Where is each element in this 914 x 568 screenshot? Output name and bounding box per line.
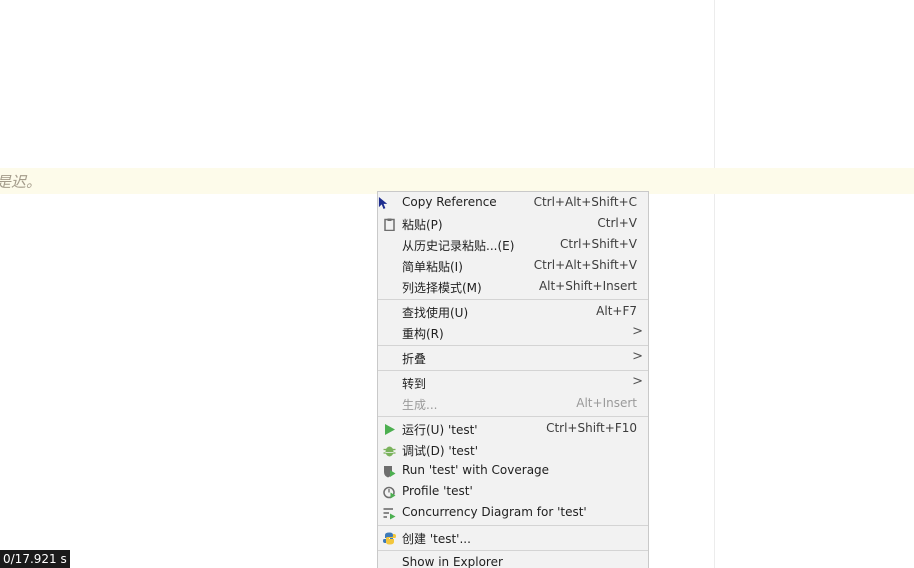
submenu-arrow-icon: > [632, 374, 643, 389]
menu-label: 转到 [402, 377, 427, 391]
menu-label: Profile 'test' [402, 484, 473, 498]
menu-separator [378, 370, 648, 371]
bug-icon [383, 446, 396, 457]
shield-run-icon [384, 466, 396, 478]
menu-item-show-in-explorer[interactable]: Show in Explorer [378, 553, 648, 568]
menu-label: Run 'test' with Coverage [402, 463, 550, 477]
menu-shortcut: Ctrl+Alt+Shift+C [533, 195, 637, 209]
menu-item-find-usages[interactable]: 查找使用(U) Alt+F7 [378, 302, 648, 323]
menu-item-copy-reference[interactable]: Copy Reference Ctrl+Alt+Shift+C [378, 193, 648, 214]
menu-label: 调试(D) 'test' [402, 444, 479, 458]
menu-label: 从历史记录粘贴...(E) [402, 239, 515, 253]
menu-shortcut: Alt+Insert [576, 396, 637, 410]
menu-shortcut: Alt+F7 [596, 304, 637, 318]
menu-item-run-with-coverage[interactable]: Run 'test' with Coverage [378, 461, 648, 482]
code-fragment: 是迟。 [0, 173, 42, 191]
menu-label: Concurrency Diagram for 'test' [402, 505, 587, 519]
menu-item-debug-test[interactable]: 调试(D) 'test' [378, 440, 648, 461]
menu-separator [378, 416, 648, 417]
profiler-icon [383, 486, 396, 499]
menu-label: 生成... [402, 398, 438, 412]
play-icon [385, 424, 395, 435]
context-menu: Copy Reference Ctrl+Alt+Shift+C 粘贴(P) Ct… [377, 191, 649, 568]
menu-label: 创建 'test'... [402, 532, 471, 546]
submenu-arrow-icon: > [632, 324, 643, 339]
menu-label: 简单粘贴(I) [402, 260, 463, 274]
menu-label: Show in Explorer [402, 555, 503, 568]
menu-label: 粘贴(P) [402, 218, 443, 232]
menu-item-generate[interactable]: 生成... Alt+Insert [378, 394, 648, 415]
menu-shortcut: Ctrl+Alt+Shift+V [533, 258, 637, 272]
menu-item-paste-from-history[interactable]: 从历史记录粘贴...(E) Ctrl+Shift+V [378, 235, 648, 256]
menu-shortcut: Ctrl+V [597, 216, 637, 230]
menu-separator [378, 525, 648, 526]
menu-item-concurrency-diagram[interactable]: Concurrency Diagram for 'test' [378, 503, 648, 524]
menu-label: 列选择模式(M) [402, 281, 482, 295]
menu-separator [378, 299, 648, 300]
menu-item-create-test[interactable]: 创建 'test'... [378, 528, 648, 549]
menu-label: 重构(R) [402, 327, 444, 341]
menu-shortcut: Ctrl+Shift+F10 [546, 421, 637, 435]
menu-item-refactor[interactable]: 重构(R) > [378, 323, 648, 344]
menu-item-simple-paste[interactable]: 简单粘贴(I) Ctrl+Alt+Shift+V [378, 256, 648, 277]
menu-separator [378, 345, 648, 346]
menu-label: 查找使用(U) [402, 306, 469, 320]
menu-item-column-selection[interactable]: 列选择模式(M) Alt+Shift+Insert [378, 277, 648, 298]
menu-shortcut: Alt+Shift+Insert [538, 279, 637, 293]
menu-label: Copy Reference [402, 195, 497, 209]
menu-label: 折叠 [402, 352, 427, 366]
menu-item-profile-test[interactable]: Profile 'test' [378, 482, 648, 503]
menu-item-goto[interactable]: 转到 > [378, 373, 648, 394]
mouse-pointer-icon [378, 197, 388, 209]
menu-separator [378, 550, 648, 551]
menu-item-run-test[interactable]: 运行(U) 'test' Ctrl+Shift+F10 [378, 419, 648, 440]
timer-badge: 0/17.921 s [0, 550, 70, 568]
menu-item-paste[interactable]: 粘贴(P) Ctrl+V [378, 214, 648, 235]
submenu-arrow-icon: > [632, 349, 643, 364]
menu-shortcut: Ctrl+Shift+V [560, 237, 637, 251]
menu-label: 运行(U) 'test' [402, 423, 478, 437]
python-icon [383, 532, 396, 545]
right-margin-guide [714, 0, 715, 568]
clipboard-icon [384, 218, 395, 231]
menu-item-folding[interactable]: 折叠 > [378, 348, 648, 369]
diagram-icon [383, 508, 396, 520]
